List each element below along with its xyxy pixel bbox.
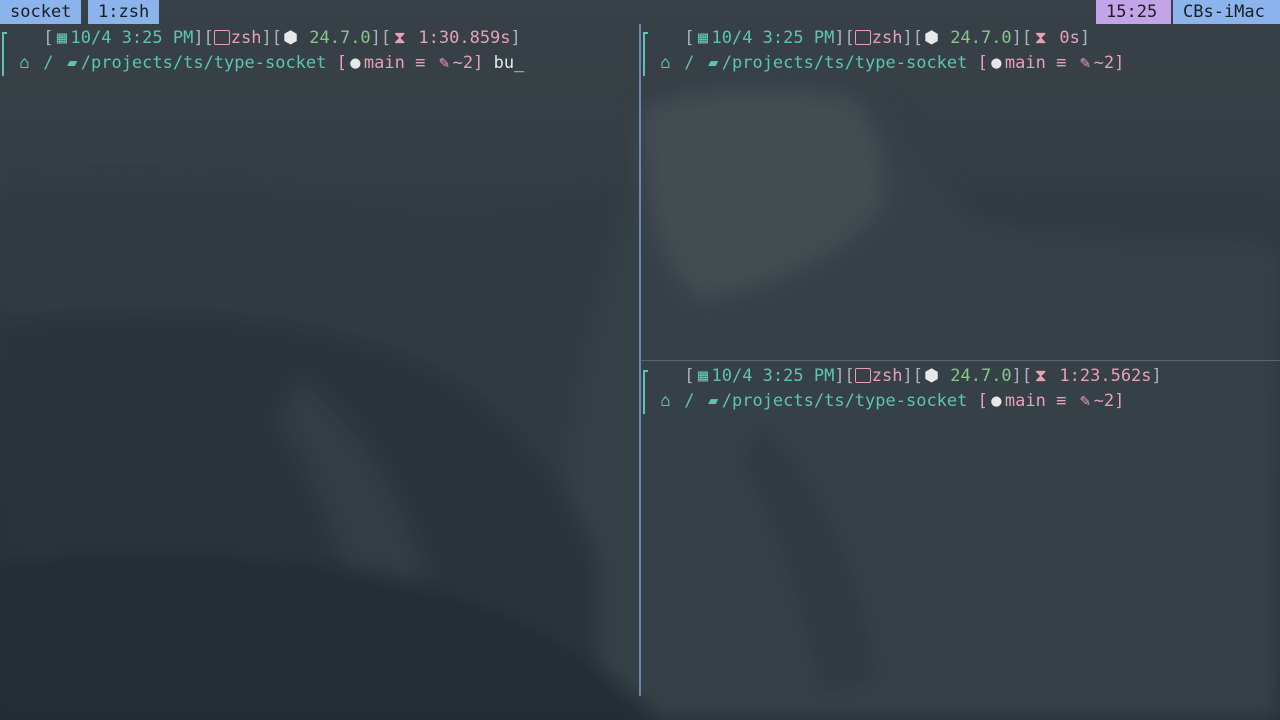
prompt-date: 10/4 3:25 PM <box>711 366 835 386</box>
terminal-pane-top-right[interactable]: [▦ 10/4 3:25 PM][zsh][⬢ 24.7.0][⧗ 0s] ⌂ /… <box>641 24 1280 360</box>
prompt-root: / <box>684 53 695 73</box>
prompt-line-path: ⌂ / ▰/projects/ts/type-socket [● main ≡ ✎… <box>16 51 524 75</box>
status-clock: 15:25 <box>1096 0 1171 24</box>
prompt-shell: zsh <box>230 28 262 48</box>
home-icon: ⌂ <box>19 53 30 73</box>
folder-icon: ▰ <box>708 391 719 411</box>
github-icon: ● <box>991 53 1002 73</box>
terminal-icon <box>854 368 871 383</box>
hourglass-icon: ⧗ <box>1034 28 1047 48</box>
prompt-line-status: [▦ 10/4 3:25 PM][zsh][⬢ 24.7.0][⧗ 0s] <box>674 28 1091 48</box>
hourglass-icon: ⧗ <box>393 28 406 48</box>
tmux-status-bar: socket 1:zsh 15:25 CBs-iMac <box>0 0 1280 24</box>
home-icon: ⌂ <box>660 53 671 73</box>
hourglass-icon: ⧗ <box>1034 366 1047 386</box>
prompt-path: /projects/ts/type-socket <box>721 391 968 411</box>
command-input[interactable]: bu_ <box>494 53 525 73</box>
prompt-path: /projects/ts/type-socket <box>80 53 327 73</box>
git-sync-status: ≡ <box>415 53 426 73</box>
folder-icon: ▰ <box>708 53 719 73</box>
node-version: 24.7.0 <box>950 28 1012 48</box>
prompt-line-status: [▦ 10/4 3:25 PM][zsh][⬢ 24.7.0][⧗ 1:23.56… <box>674 366 1162 386</box>
prompt-path: /projects/ts/type-socket <box>721 53 968 73</box>
prompt-root: / <box>43 53 54 73</box>
calendar-icon: ▦ <box>56 28 68 48</box>
git-branch: main <box>1004 53 1046 73</box>
github-icon: ● <box>991 391 1002 411</box>
home-icon: ⌂ <box>660 391 671 411</box>
github-icon: ● <box>350 53 361 73</box>
git-changes: ~2 <box>1093 53 1115 73</box>
horizontal-pane-divider[interactable] <box>641 360 1280 361</box>
terminal-icon <box>213 30 230 45</box>
terminal-pane-left[interactable]: [▦ 10/4 3:25 PM][zsh][⬢ 24.7.0][⧗ 1:30.85… <box>0 24 639 696</box>
prompt-line-status: [▦ 10/4 3:25 PM][zsh][⬢ 24.7.0][⧗ 1:30.85… <box>33 28 521 48</box>
prompt-duration: 1:23.562s <box>1059 366 1152 386</box>
node-version: 24.7.0 <box>950 366 1012 386</box>
prompt-bracket <box>643 370 650 414</box>
prompt-shell: zsh <box>871 28 903 48</box>
terminal-pane-bottom-right[interactable]: [▦ 10/4 3:25 PM][zsh][⬢ 24.7.0][⧗ 1:23.56… <box>641 362 1280 696</box>
status-hostname: CBs-iMac <box>1173 0 1280 24</box>
git-changes: ~2 <box>1093 391 1115 411</box>
prompt-bracket <box>643 32 650 76</box>
calendar-icon: ▦ <box>697 366 709 386</box>
session-name[interactable]: socket <box>0 0 82 24</box>
calendar-icon: ▦ <box>697 28 709 48</box>
node-version: 24.7.0 <box>309 28 371 48</box>
git-changes: ~2 <box>452 53 474 73</box>
node-icon: ⬢ <box>924 366 939 386</box>
prompt-line-path: ⌂ / ▰/projects/ts/type-socket [● main ≡ ✎… <box>657 51 1124 75</box>
git-sync-status: ≡ <box>1056 53 1067 73</box>
folder-icon: ▰ <box>67 53 78 73</box>
prompt-date: 10/4 3:25 PM <box>70 28 194 48</box>
prompt-duration: 0s <box>1059 28 1080 48</box>
edit-icon: ✎ <box>1079 391 1091 411</box>
git-sync-status: ≡ <box>1056 391 1067 411</box>
prompt-shell: zsh <box>871 366 903 386</box>
node-icon: ⬢ <box>924 28 939 48</box>
prompt-date: 10/4 3:25 PM <box>711 28 835 48</box>
window-tab-active[interactable]: 1:zsh <box>88 0 160 24</box>
edit-icon: ✎ <box>1079 53 1091 73</box>
git-branch: main <box>1004 391 1046 411</box>
edit-icon: ✎ <box>438 53 450 73</box>
git-branch: main <box>363 53 405 73</box>
prompt-root: / <box>684 391 695 411</box>
prompt-bracket <box>2 32 9 76</box>
prompt-duration: 1:30.859s <box>418 28 511 48</box>
prompt-line-path: ⌂ / ▰/projects/ts/type-socket [● main ≡ ✎… <box>657 389 1124 413</box>
node-icon: ⬢ <box>283 28 298 48</box>
terminal-icon <box>854 30 871 45</box>
